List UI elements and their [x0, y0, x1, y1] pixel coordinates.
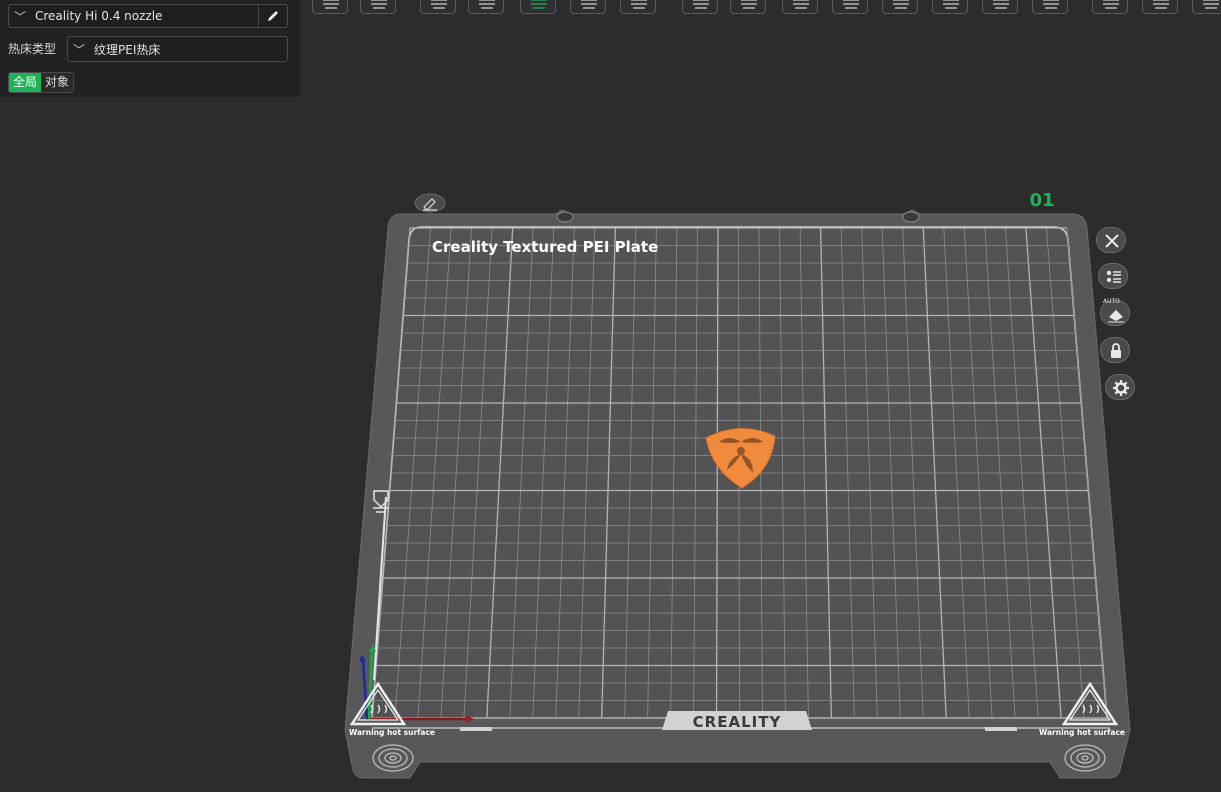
support-paint-icon — [843, 0, 859, 9]
more-button[interactable] — [1192, 0, 1221, 14]
warning-right-label: Warning hot surface — [1039, 728, 1125, 737]
slice-button[interactable] — [620, 0, 656, 14]
warning-left-label: Warning hot surface — [349, 728, 435, 737]
orient-icon — [479, 0, 495, 9]
chevron-down-icon: ﹀ — [72, 42, 85, 57]
close-plate-button[interactable] — [1096, 227, 1126, 253]
printer-preset-dropdown[interactable]: ﹀ Creality Hi 0.4 nozzle — [8, 4, 288, 28]
text-button[interactable] — [1142, 0, 1178, 14]
plate-edit-icon[interactable] — [414, 193, 446, 213]
assembly-icon — [1103, 0, 1119, 9]
text-icon — [1153, 0, 1169, 9]
measure-icon — [943, 0, 959, 9]
box-button[interactable] — [982, 0, 1018, 14]
split-parts-icon — [741, 0, 757, 9]
brand-label: CREALITY — [693, 713, 782, 731]
plate-settings-button[interactable] — [1105, 374, 1135, 400]
plate-number: 01 — [1029, 190, 1054, 211]
assembly-button[interactable] — [1092, 0, 1128, 14]
lock-plate-button[interactable] — [1100, 337, 1130, 363]
bed-type-dropdown[interactable]: ﹀ 纹理PEI热床 — [67, 36, 288, 62]
split-objects-button[interactable] — [682, 0, 718, 14]
plate-title: Creality Textured PEI Plate — [432, 238, 658, 256]
keyboard-button[interactable] — [360, 0, 396, 14]
printer-preset-value: Creality Hi 0.4 nozzle — [35, 9, 163, 23]
auto-arrange-icon — [531, 0, 547, 9]
bed-type-value: 纹理PEI热床 — [94, 42, 161, 57]
list-icon — [1106, 270, 1121, 283]
gear-icon — [1113, 380, 1129, 396]
cut-icon — [793, 0, 809, 9]
measure-button[interactable] — [932, 0, 968, 14]
auto-arrange-button[interactable] — [520, 0, 556, 14]
add-cube-button[interactable] — [312, 0, 348, 14]
slice-icon — [631, 0, 647, 9]
auto-orient-icon — [1108, 310, 1124, 323]
auto-label: AUTO — [1103, 298, 1120, 305]
orient-button[interactable] — [468, 0, 504, 14]
cut-button[interactable] — [782, 0, 818, 14]
split-parts-button[interactable] — [730, 0, 766, 14]
layout-button[interactable] — [570, 0, 606, 14]
edit-printer-button[interactable] — [258, 5, 287, 27]
add-cube-icon — [323, 0, 339, 9]
build-plate-canvas[interactable]: CREALITY Warning hot surface Warning hot… — [0, 0, 1221, 792]
layout-icon — [581, 0, 597, 9]
chevron-down-icon: ﹀ — [13, 9, 26, 24]
import-button[interactable] — [420, 0, 456, 14]
pencil-icon — [268, 11, 278, 21]
keyboard-icon — [371, 0, 387, 9]
emboss-button[interactable] — [882, 0, 918, 14]
more-icon — [1203, 0, 1219, 9]
emboss-icon — [893, 0, 909, 9]
close-icon — [1105, 234, 1119, 248]
lock-icon — [1111, 343, 1121, 358]
box-icon — [993, 0, 1009, 9]
seam-paint-icon — [1043, 0, 1059, 9]
settings-panel: ﹀ Creality Hi 0.4 nozzle 热床类型 ﹀ 纹理PEI热床 … — [0, 0, 300, 97]
import-icon — [431, 0, 447, 9]
tab-object[interactable]: 对象 — [41, 73, 74, 92]
scope-tabs: 全局 对象 — [8, 72, 75, 93]
bed-type-label: 热床类型 — [8, 42, 57, 56]
top-toolbar — [300, 0, 1221, 16]
split-objects-icon — [693, 0, 709, 9]
seam-paint-button[interactable] — [1032, 0, 1068, 14]
tab-global[interactable]: 全局 — [9, 73, 42, 92]
support-paint-button[interactable] — [832, 0, 868, 14]
object-list-button[interactable] — [1098, 263, 1128, 289]
